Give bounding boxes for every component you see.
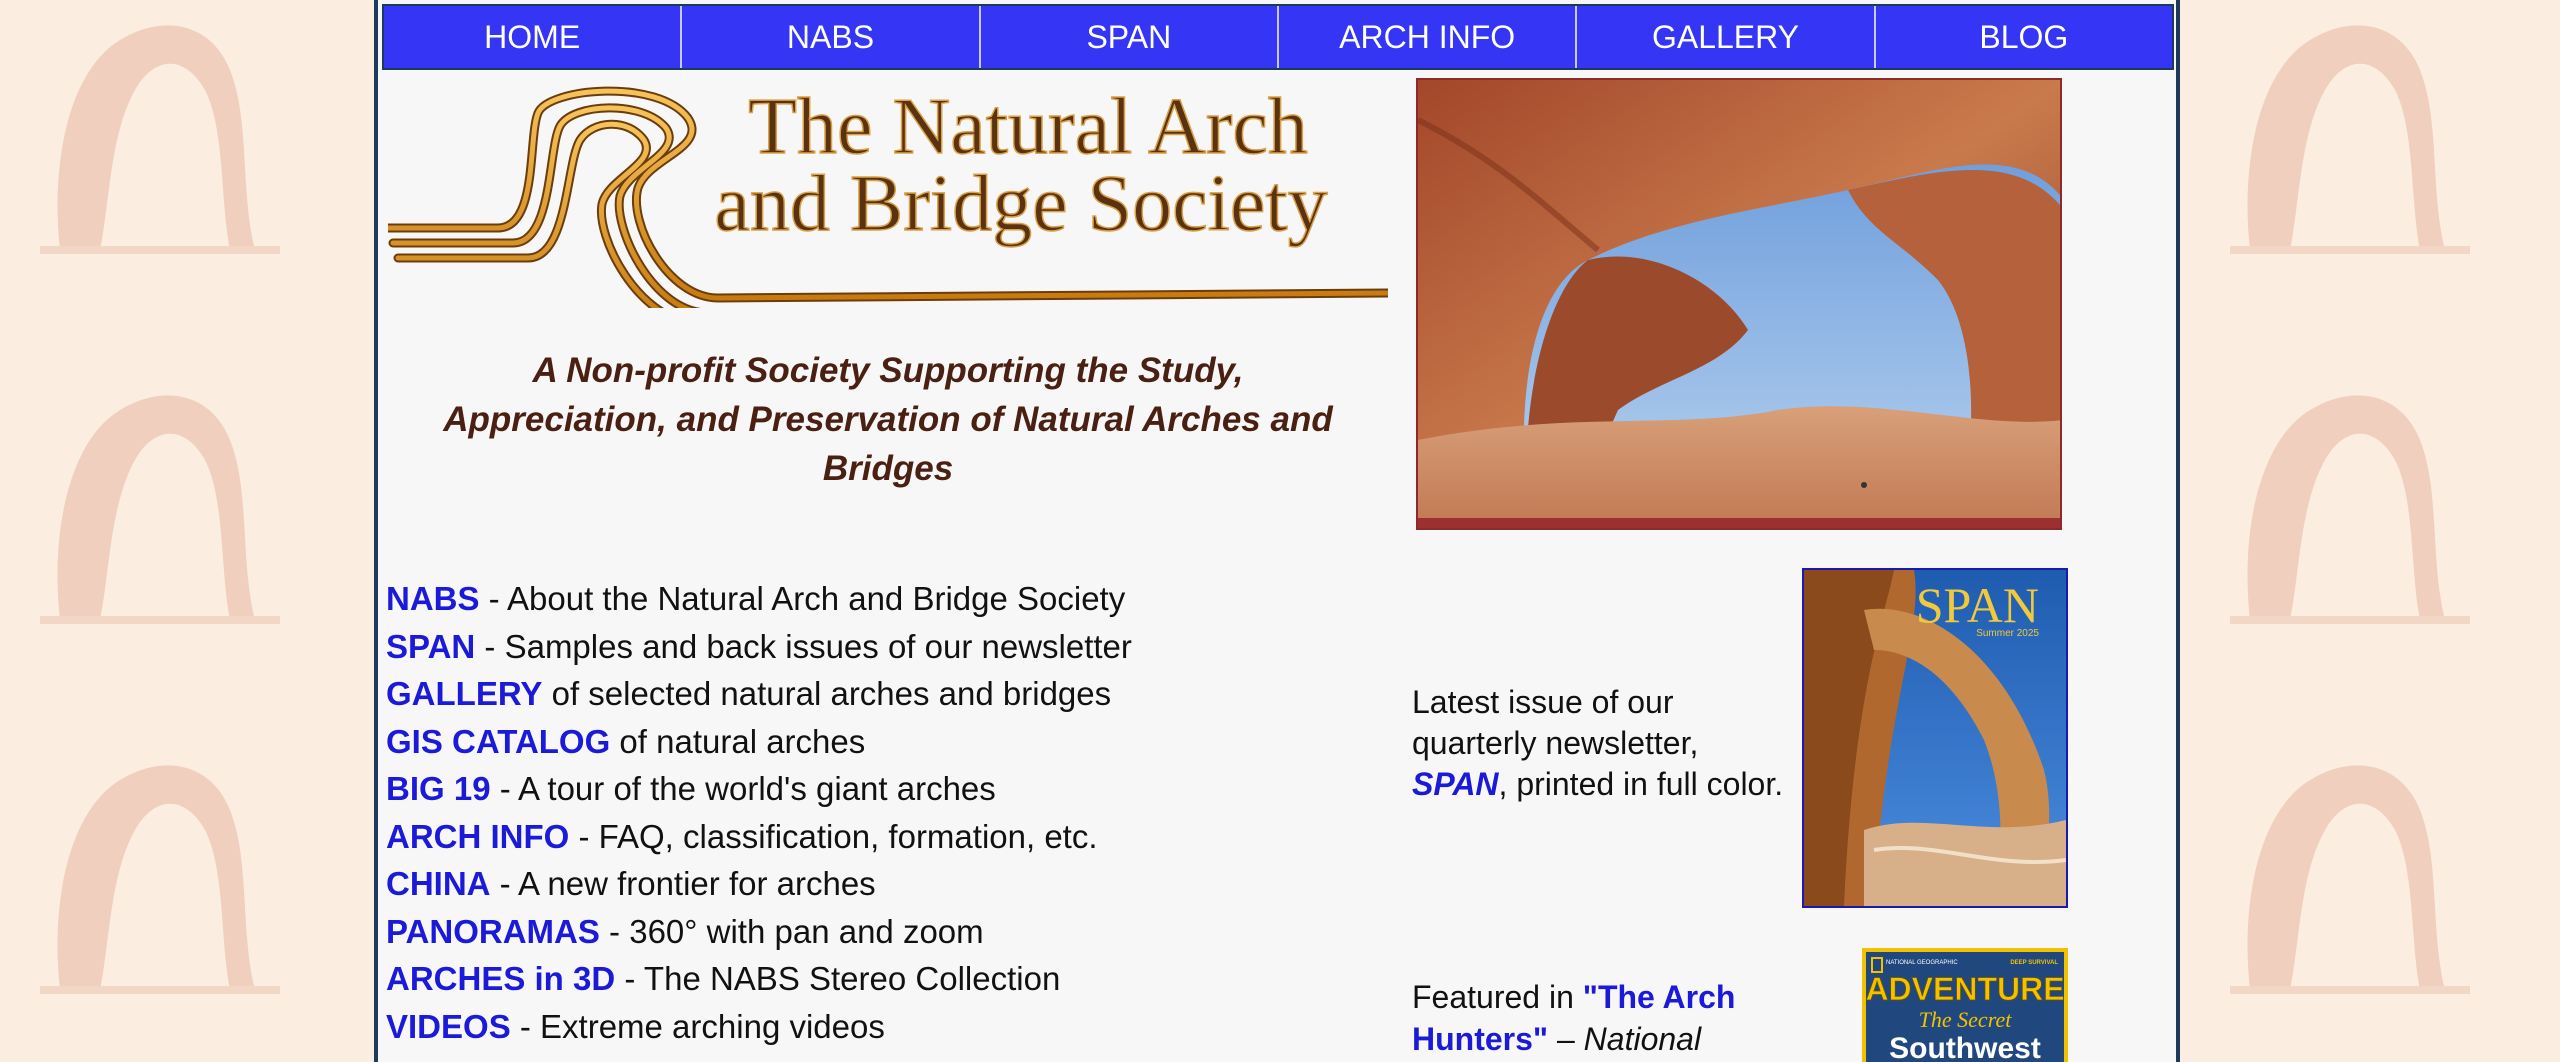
ng-title: ADVENTURE	[1866, 971, 2064, 1007]
link-gallery[interactable]: GALLERY	[386, 675, 542, 712]
list-item: SPAN - Samples and back issues of our ne…	[386, 627, 1132, 665]
link-arches-in-3d[interactable]: ARCHES in 3D	[386, 960, 615, 997]
link-span[interactable]: SPAN	[386, 628, 475, 665]
link-videos[interactable]: VIDEOS	[386, 1008, 511, 1045]
list-item: GALLERY of selected natural arches and b…	[386, 675, 1112, 712]
list-item: GIS CATALOG of natural arches	[386, 722, 866, 760]
span-cover-issue: Summer 2025	[1976, 628, 2039, 639]
hero-arch-photo[interactable]	[1416, 78, 2062, 530]
ng-sub2: Southwest	[1889, 1032, 2041, 1062]
nav-blog[interactable]: BLOG	[1875, 6, 2172, 68]
nabs-logo[interactable]: The Natural Arch and Bridge Society	[388, 78, 1388, 308]
logo-line2: and Bridge Society	[714, 160, 1327, 248]
link-arch-info[interactable]: ARCH INFO	[386, 818, 569, 855]
span-cover-image[interactable]: SPAN Summer 2025	[1802, 568, 2068, 908]
span-blurb: Latest issue of our quarterly newsletter…	[1412, 684, 1784, 802]
nav-home[interactable]: HOME	[384, 6, 683, 68]
link-list: NABS - About the Natural Arch and Bridge…	[386, 575, 1286, 1050]
content-panel: HOME NABS SPAN ARCH INFO GALLERY BLOG Th…	[374, 0, 2180, 1062]
ng-brand: NATIONAL GEOGRAPHIC	[1886, 960, 1958, 966]
list-item: VIDEOS - Extreme arching videos	[386, 1007, 885, 1045]
nav-nabs[interactable]: NABS	[682, 6, 981, 68]
span-link[interactable]: SPAN	[1412, 766, 1499, 802]
link-nabs[interactable]: NABS	[386, 580, 480, 617]
top-nav: HOME NABS SPAN ARCH INFO GALLERY BLOG	[382, 4, 2174, 70]
tagline: A Non-profit Society Supporting the Stud…	[443, 351, 1333, 488]
link-panoramas[interactable]: PANORAMAS	[386, 913, 600, 950]
list-item: PANORAMAS - 360° with pan and zoom	[386, 912, 984, 950]
nav-gallery[interactable]: GALLERY	[1577, 6, 1876, 68]
link-big-19[interactable]: BIG 19	[386, 770, 491, 807]
link-china[interactable]: CHINA	[386, 865, 491, 902]
link-gis-catalog[interactable]: GIS CATALOG	[386, 723, 610, 760]
span-cover-title: SPAN	[1916, 577, 2039, 633]
list-item: BIG 19 - A tour of the world's giant arc…	[386, 770, 996, 807]
ng-kicker: DEEP SURVIVAL	[2010, 960, 2058, 966]
list-item: ARCHES in 3D - The NABS Stereo Collectio…	[386, 960, 1061, 997]
list-item: ARCH INFO - FAQ, classification, formati…	[386, 817, 1098, 855]
list-item: CHINA - A new frontier for arches	[386, 865, 876, 902]
national-geographic-cover[interactable]: NATIONAL GEOGRAPHIC DEEP SURVIVAL ADVENT…	[1862, 948, 2068, 1062]
list-item: NABS - About the Natural Arch and Bridge…	[386, 580, 1126, 617]
logo-line1: The Natural Arch	[748, 83, 1308, 171]
ng-sub1: The Secret	[1919, 1007, 2013, 1032]
nav-span[interactable]: SPAN	[980, 6, 1279, 68]
nav-arch-info[interactable]: ARCH INFO	[1278, 6, 1578, 68]
hero-bottom-bar	[1418, 518, 2060, 528]
featured-blurb: Featured in "The Arch Hunters" – Nationa…	[1412, 979, 1736, 1057]
